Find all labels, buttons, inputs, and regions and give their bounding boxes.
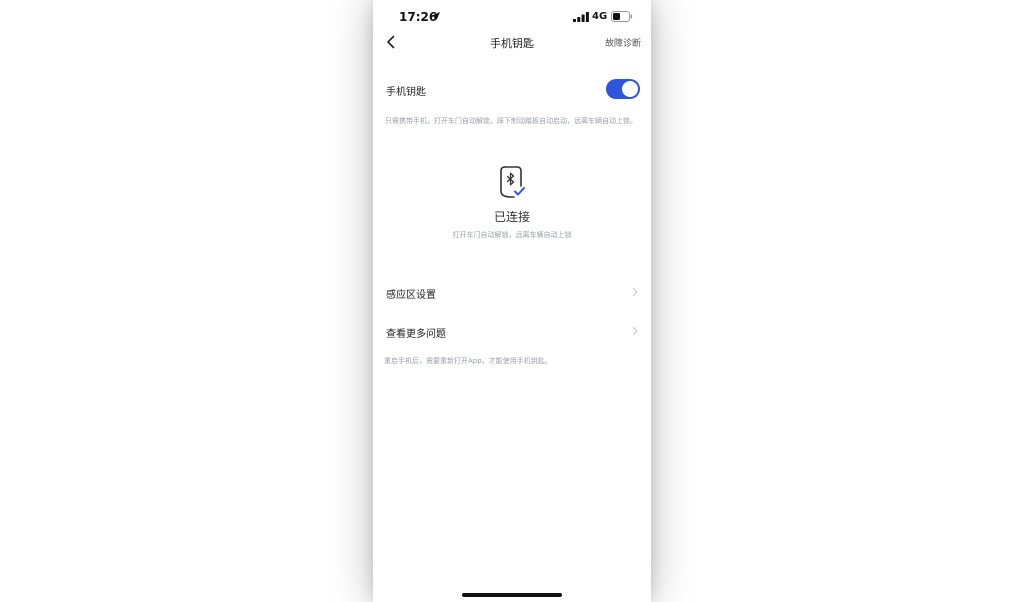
status-bar: 17:26 4G bbox=[373, 0, 651, 34]
nav-bar: 手机钥匙 故障诊断 bbox=[373, 30, 651, 54]
signal-bars-icon bbox=[573, 12, 589, 22]
phone-key-description: 只需携带手机，打开车门自动解锁，踩下制动踏板自动启动，远离车辆自动上锁。 bbox=[385, 117, 637, 125]
location-arrow-icon bbox=[432, 12, 440, 20]
restart-footnote: 重启手机后，需要重新打开App，才能使用手机钥匙。 bbox=[384, 357, 552, 365]
network-type: 4G bbox=[592, 11, 608, 22]
phone-key-row: 手机钥匙 bbox=[373, 76, 651, 102]
phone-screen: 17:26 4G 手机钥匙 故障诊断 手机钥匙 只需携带手机，打开车门自动解锁，… bbox=[373, 0, 651, 602]
phone-key-label: 手机钥匙 bbox=[386, 87, 426, 98]
sensing-zone-settings-item[interactable]: 感应区设置 bbox=[373, 278, 651, 306]
toggle-knob bbox=[622, 81, 638, 97]
connection-description: 打开车门自动解锁，远离车辆自动上锁 bbox=[452, 231, 572, 239]
more-questions-item[interactable]: 查看更多问题 bbox=[373, 317, 651, 345]
screen-stage: 17:26 4G 手机钥匙 故障诊断 手机钥匙 只需携带手机，打开车门自动解锁，… bbox=[0, 0, 1024, 602]
phone-key-toggle[interactable] bbox=[606, 79, 640, 99]
list-item-label: 查看更多问题 bbox=[386, 329, 446, 340]
chevron-right-icon bbox=[632, 287, 638, 297]
battery-icon bbox=[611, 11, 633, 22]
connection-status: 已连接 bbox=[493, 210, 530, 224]
bluetooth-key-check-icon bbox=[500, 166, 525, 198]
diagnose-button[interactable]: 故障诊断 bbox=[605, 36, 641, 49]
home-indicator bbox=[462, 593, 562, 597]
chevron-right-icon bbox=[632, 326, 638, 336]
list-item-label: 感应区设置 bbox=[386, 290, 436, 301]
